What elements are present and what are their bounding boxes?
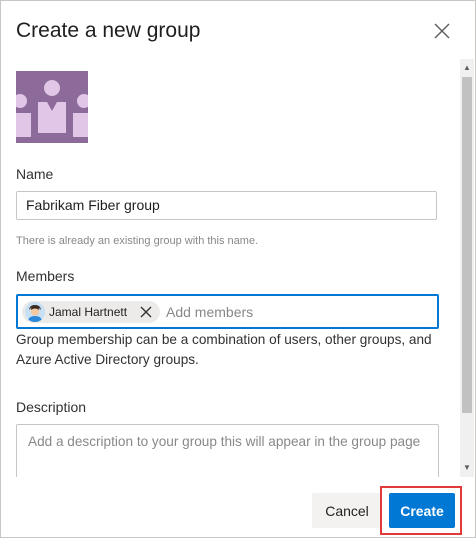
close-button[interactable] [431, 20, 453, 42]
name-error-message: There is already an existing group with … [16, 235, 259, 247]
dialog-body: Name Fabrikam Fiber group There is alrea… [1, 59, 475, 477]
create-button[interactable]: Create [389, 493, 455, 528]
members-help-text: Group membership can be a combination of… [16, 332, 432, 367]
members-picker[interactable]: Jamal Hartnett Add members [16, 294, 439, 329]
name-input[interactable]: Fabrikam Fiber group [16, 191, 437, 220]
scrollbar-thumb[interactable] [462, 77, 472, 413]
description-textarea[interactable]: Add a description to your group this wil… [16, 424, 439, 477]
dialog-scrollbar[interactable]: ▲ ▼ [460, 59, 474, 477]
name-label: Name [16, 166, 54, 182]
scroll-up-arrow-icon[interactable]: ▲ [460, 61, 474, 75]
member-chip: Jamal Hartnett [22, 301, 160, 323]
member-avatar [25, 302, 45, 322]
remove-member-button[interactable] [139, 305, 153, 319]
person-avatar-icon [25, 302, 45, 322]
group-avatar[interactable] [16, 71, 88, 143]
scroll-down-arrow-icon[interactable]: ▼ [460, 461, 474, 475]
close-icon [140, 306, 152, 318]
dialog-footer: Cancel Create [1, 477, 475, 537]
cancel-button[interactable]: Cancel [312, 493, 382, 528]
member-chip-name: Jamal Hartnett [49, 305, 128, 319]
dialog-title: Create a new group [16, 19, 201, 42]
group-avatar-icon [16, 80, 88, 137]
add-members-input[interactable]: Add members [166, 302, 253, 322]
close-icon [434, 23, 450, 39]
members-label: Members [16, 268, 75, 284]
create-group-dialog: Create a new group Name Fabrikam Fiber g… [0, 0, 476, 538]
description-label: Description [16, 399, 87, 415]
